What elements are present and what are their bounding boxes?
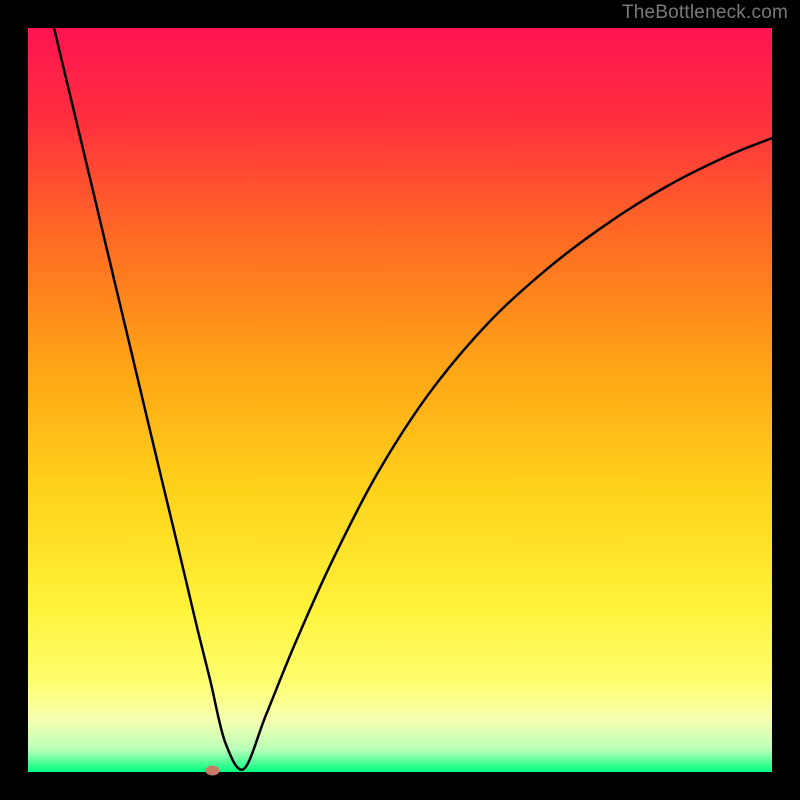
chart-plot-area xyxy=(28,28,772,772)
chart-wrapper: TheBottleneck.com xyxy=(0,0,800,800)
attribution-label: TheBottleneck.com xyxy=(622,2,788,24)
optimal-point-marker xyxy=(206,766,220,776)
bottleneck-chart xyxy=(0,0,800,800)
